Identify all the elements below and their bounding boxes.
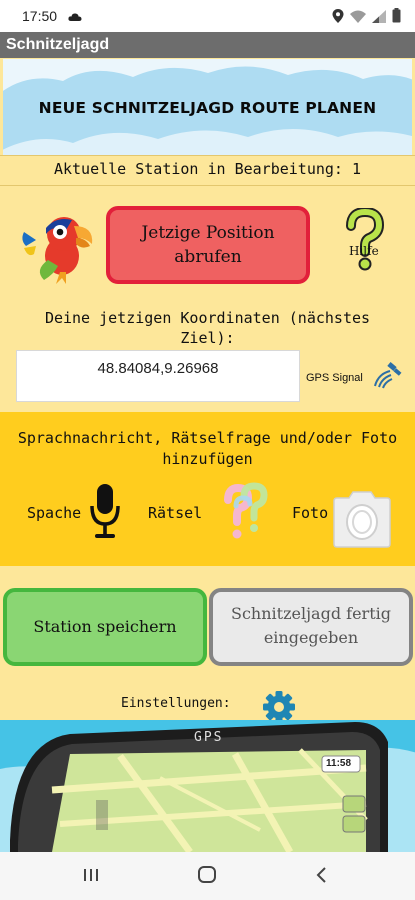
coordinates-field: 48.84084,9.26968	[16, 350, 300, 402]
divider	[0, 155, 415, 156]
photo-label[interactable]: Foto	[292, 504, 328, 522]
quiz-label[interactable]: Rätsel	[148, 504, 202, 522]
help-label: Hilfe	[349, 244, 379, 258]
home-icon[interactable]	[197, 866, 217, 888]
gps-device-label: GPS	[194, 730, 224, 745]
navigation-bar	[0, 852, 415, 900]
gps-device-illustration: GPS 11:58	[0, 720, 415, 852]
wifi-icon	[350, 8, 366, 27]
location-icon	[332, 8, 344, 27]
signal-icon	[372, 8, 386, 27]
save-station-button[interactable]: Station speichern	[3, 588, 207, 666]
back-icon[interactable]	[314, 866, 330, 888]
finish-hunt-button[interactable]: Schnitzeljagd fertig eingegeben	[209, 588, 413, 666]
status-time: 17:50	[22, 8, 58, 24]
media-section: Sprachnachricht, Rätselfrage und/oder Fo…	[0, 412, 415, 566]
gps-device-clock: 11:58	[326, 758, 352, 769]
app-content: NEUE SCHNITZELJAGD ROUTE PLANEN Aktuelle…	[0, 58, 415, 852]
app-title: Schnitzeljagd	[6, 36, 110, 53]
banner: NEUE SCHNITZELJAGD ROUTE PLANEN	[3, 59, 412, 155]
divider	[0, 185, 415, 186]
recent-apps-icon[interactable]	[82, 866, 100, 888]
get-position-button[interactable]: Jetzige Position abrufen	[106, 206, 310, 284]
microphone-icon[interactable]	[90, 484, 120, 546]
quiz-question-icon[interactable]	[224, 482, 270, 546]
settings-label: Einstellungen:	[121, 696, 231, 711]
cloud-icon	[68, 8, 82, 27]
app-title-bar: Schnitzeljagd	[0, 32, 415, 58]
gps-signal-label: GPS Signal	[306, 372, 363, 384]
battery-icon	[392, 8, 401, 27]
station-label: Aktuelle Station in Bearbeitung: 1	[53, 160, 362, 178]
coordinates-label: Deine jetzigen Koordinaten (nächstes Zie…	[44, 309, 371, 347]
camera-icon[interactable]	[333, 486, 391, 552]
parrot-mascot	[20, 206, 100, 290]
satellite-icon	[372, 362, 402, 396]
speech-label[interactable]: Spache	[27, 504, 81, 522]
help-icon[interactable]	[343, 206, 387, 278]
media-title: Sprachnachricht, Rätselfrage und/oder Fo…	[17, 429, 398, 468]
status-icons	[332, 8, 401, 27]
status-bar: 17:50	[0, 0, 415, 32]
banner-title: NEUE SCHNITZELJAGD ROUTE PLANEN	[38, 99, 377, 117]
